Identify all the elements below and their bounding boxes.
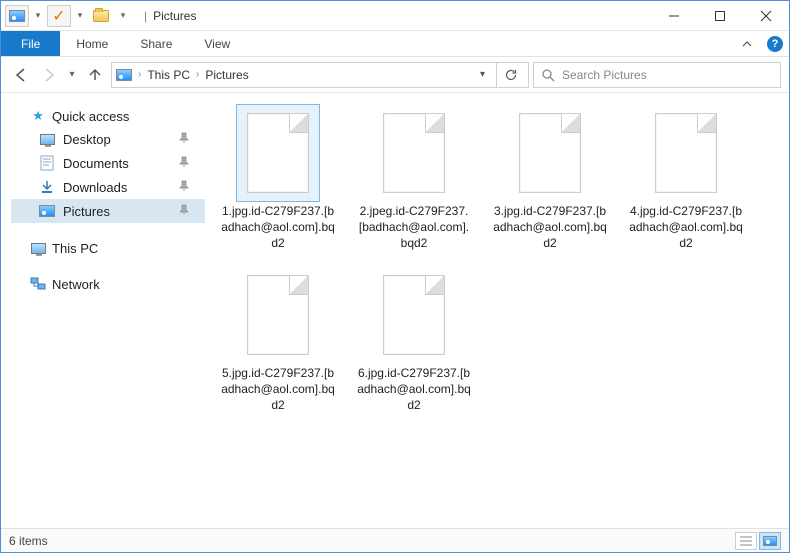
- folder-icon[interactable]: [89, 5, 113, 27]
- this-pc-item[interactable]: ▸ This PC: [11, 237, 205, 259]
- minimize-button[interactable]: [651, 1, 697, 31]
- folder-icon: [39, 131, 55, 147]
- quick-access-toolbar: ▾ ✓ ▾ ▾: [1, 5, 134, 27]
- file-thumbnail: [645, 105, 727, 201]
- folder-icon: [39, 203, 55, 219]
- sidebar: ▾ ★ Quick access Desktop Documents Downloa…: [1, 93, 209, 528]
- file-name: 2.jpeg.id-C279F237.[badhach@aol.com].bqd…: [355, 201, 473, 253]
- ribbon: File Home Share View ?: [1, 31, 789, 57]
- file-thumbnail: [373, 267, 455, 363]
- folder-icon: [39, 155, 55, 171]
- address-row: ▾ › This PC › Pictures ▾: [1, 57, 789, 93]
- sidebar-item-label: Downloads: [63, 180, 127, 195]
- file-thumbnail: [509, 105, 591, 201]
- computer-icon: [30, 240, 46, 256]
- file-name: 5.jpg.id-C279F237.[badhach@aol.com].bqd2: [219, 363, 337, 415]
- ribbon-collapse-icon[interactable]: [733, 31, 761, 56]
- document-icon: [655, 113, 717, 193]
- title-text: Pictures: [153, 9, 196, 23]
- network-group: ▸ Network: [11, 273, 205, 295]
- pin-icon: [179, 132, 201, 147]
- this-pc-group: ▸ This PC: [11, 237, 205, 259]
- file-name: 6.jpg.id-C279F237.[badhach@aol.com].bqd2: [355, 363, 473, 415]
- breadcrumb-folder[interactable]: Pictures: [205, 68, 248, 82]
- quick-access-group: ▾ ★ Quick access Desktop Documents Downloa…: [11, 105, 205, 223]
- file-thumbnail: [373, 105, 455, 201]
- qat-overflow-icon[interactable]: ▾: [116, 5, 130, 27]
- address-dropdown-icon[interactable]: ▾: [474, 69, 491, 80]
- tab-share[interactable]: Share: [124, 31, 188, 56]
- maximize-button[interactable]: [697, 1, 743, 31]
- close-button[interactable]: [743, 1, 789, 31]
- file-item[interactable]: 5.jpg.id-C279F237.[badhach@aol.com].bqd2: [219, 267, 337, 415]
- qat-caret-icon[interactable]: ▾: [74, 5, 86, 27]
- network-item[interactable]: ▸ Network: [11, 273, 205, 295]
- title-bar: ▾ ✓ ▾ ▾ | Pictures: [1, 1, 789, 31]
- search-input[interactable]: [562, 68, 774, 82]
- location-icon: [116, 67, 132, 83]
- file-item[interactable]: 4.jpg.id-C279F237.[badhach@aol.com].bqd2: [627, 105, 745, 253]
- network-label: Network: [52, 277, 100, 292]
- address-bar[interactable]: › This PC › Pictures ▾: [111, 62, 529, 88]
- folder-icon: [39, 179, 55, 195]
- sidebar-item-pictures[interactable]: Pictures: [11, 199, 205, 223]
- file-item[interactable]: 6.jpg.id-C279F237.[badhach@aol.com].bqd2: [355, 267, 473, 415]
- file-item[interactable]: 2.jpeg.id-C279F237.[badhach@aol.com].bqd…: [355, 105, 473, 253]
- file-tab[interactable]: File: [1, 31, 60, 56]
- app-icon[interactable]: [5, 5, 29, 27]
- file-name: 3.jpg.id-C279F237.[badhach@aol.com].bqd2: [491, 201, 609, 253]
- document-icon: [383, 113, 445, 193]
- status-bar: 6 items: [1, 528, 789, 552]
- chevron-right-icon: ›: [138, 69, 141, 80]
- help-icon: ?: [767, 36, 783, 52]
- pin-icon: [179, 156, 201, 171]
- document-icon: [519, 113, 581, 193]
- chevron-right-icon: ›: [196, 69, 199, 80]
- star-icon: ★: [30, 108, 46, 124]
- qat-caret-icon[interactable]: ▾: [32, 5, 44, 27]
- quick-access-label: Quick access: [52, 109, 129, 124]
- window-title: | Pictures: [142, 9, 196, 23]
- refresh-button[interactable]: [496, 62, 524, 88]
- separator: |: [144, 9, 147, 23]
- search-icon: [540, 67, 556, 83]
- help-button[interactable]: ?: [761, 31, 789, 56]
- up-button[interactable]: [83, 63, 107, 87]
- file-name: 1.jpg.id-C279F237.[badhach@aol.com].bqd2: [219, 201, 337, 253]
- sidebar-item-downloads[interactable]: Downloads: [11, 175, 205, 199]
- file-pane[interactable]: 1.jpg.id-C279F237.[badhach@aol.com].bqd2…: [209, 93, 789, 528]
- icons-view-button[interactable]: [759, 532, 781, 550]
- item-count: 6 items: [9, 534, 48, 548]
- document-icon: [247, 113, 309, 193]
- sidebar-item-label: Documents: [63, 156, 129, 171]
- tab-home[interactable]: Home: [60, 31, 124, 56]
- tab-view[interactable]: View: [188, 31, 246, 56]
- file-thumbnail: [237, 105, 319, 201]
- network-icon: [30, 276, 46, 292]
- file-item[interactable]: 1.jpg.id-C279F237.[badhach@aol.com].bqd2: [219, 105, 337, 253]
- pin-icon: [179, 204, 201, 219]
- file-thumbnail: [237, 267, 319, 363]
- forward-button[interactable]: [37, 63, 61, 87]
- file-grid: 1.jpg.id-C279F237.[badhach@aol.com].bqd2…: [219, 105, 779, 415]
- sidebar-item-label: Pictures: [63, 204, 110, 219]
- window-controls: [651, 1, 789, 31]
- file-name: 4.jpg.id-C279F237.[badhach@aol.com].bqd2: [627, 201, 745, 253]
- details-view-button[interactable]: [735, 532, 757, 550]
- document-icon: [383, 275, 445, 355]
- sidebar-item-label: Desktop: [63, 132, 111, 147]
- search-box[interactable]: [533, 62, 781, 88]
- pin-icon: [179, 180, 201, 195]
- recent-dropdown-icon[interactable]: ▾: [65, 63, 79, 87]
- sidebar-item-documents[interactable]: Documents: [11, 151, 205, 175]
- view-toggles: [735, 532, 781, 550]
- checkbox-icon[interactable]: ✓: [47, 5, 71, 27]
- breadcrumb-root[interactable]: This PC: [147, 68, 190, 82]
- quick-access-header[interactable]: ▾ ★ Quick access: [11, 105, 205, 127]
- back-button[interactable]: [9, 63, 33, 87]
- document-icon: [247, 275, 309, 355]
- this-pc-label: This PC: [52, 241, 98, 256]
- sidebar-item-desktop[interactable]: Desktop: [11, 127, 205, 151]
- file-item[interactable]: 3.jpg.id-C279F237.[badhach@aol.com].bqd2: [491, 105, 609, 253]
